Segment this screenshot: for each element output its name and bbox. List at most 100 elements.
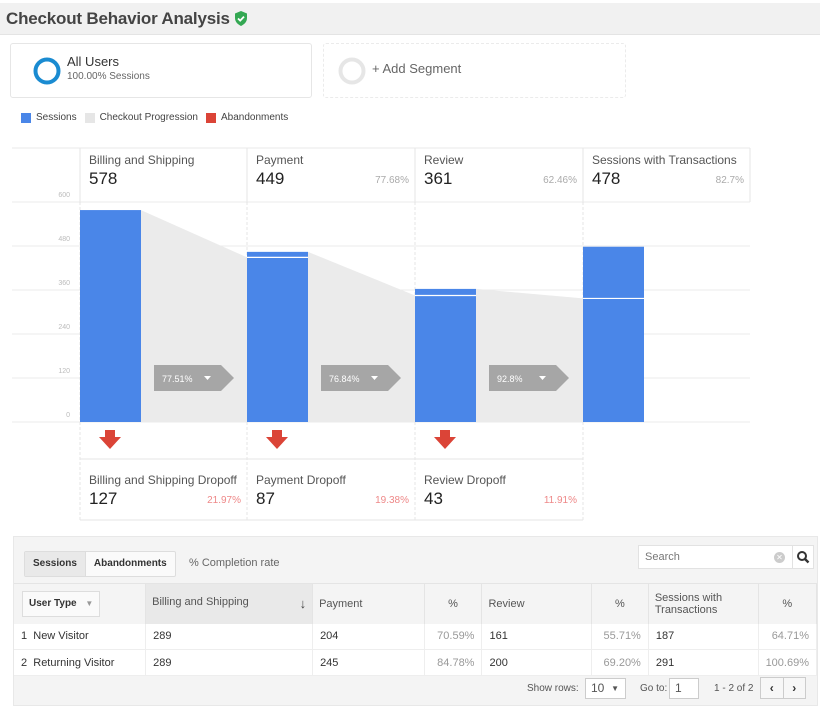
dimension-label: User Type — [29, 597, 77, 609]
search-placeholder: Search — [645, 551, 680, 563]
row-count: 1 - 2 of 2 — [714, 683, 754, 694]
completion-rate-label[interactable]: % Completion rate — [189, 557, 280, 569]
row-dimension[interactable]: 1 New Visitor — [14, 623, 147, 650]
dropoff-arrow-icon — [434, 430, 456, 449]
dropoff-value: 127 — [89, 489, 118, 508]
search-button[interactable] — [793, 545, 814, 569]
next-page-button[interactable]: › — [784, 678, 806, 698]
title-bar: Checkout Behavior Analysis — [0, 3, 820, 35]
pagination: Show rows: 10 ▼ Go to: 1 1 - 2 of 2 ‹ › — [14, 676, 817, 702]
row-index: 1 — [21, 630, 28, 643]
legend-swatch — [84, 112, 95, 123]
cell: 161 — [481, 623, 592, 650]
step-pct: 62.46% — [543, 175, 577, 186]
col-label: Sessions with Transactions — [654, 591, 723, 616]
legend-label: Sessions — [36, 112, 77, 123]
dropoff-label: Payment Dropoff — [256, 473, 346, 487]
data-table: User Type ▼ Billing and Shipping ↓ Paymen… — [14, 583, 818, 676]
step-value: 449 — [256, 169, 285, 188]
table-row: 1 New Visitor 289 204 70.59% 161 55.71% … — [14, 623, 818, 650]
segment-ring-icon — [33, 57, 61, 85]
col-review[interactable]: Review — [481, 583, 592, 624]
col-label: Review — [488, 597, 525, 610]
legend-swatch — [205, 112, 216, 123]
col-label: % — [614, 597, 625, 610]
dropoff-pct: 19.38% — [375, 495, 409, 506]
cell: 100.69% — [758, 649, 818, 676]
cell: 69.20% — [591, 649, 649, 676]
goto-input[interactable]: 1 — [669, 678, 699, 699]
y-tick-label: 240 — [58, 324, 70, 331]
segment-all-users[interactable]: All Users 100.00% Sessions — [10, 43, 312, 98]
legend-label: Checkout Progression — [99, 112, 198, 123]
pager-nav: ‹ › — [760, 677, 806, 699]
cell: 70.59% — [424, 623, 483, 650]
add-segment-button[interactable]: + Add Segment — [323, 43, 626, 98]
dropoff-arrow-icon — [99, 430, 121, 449]
legend-abandonments: Abandonments — [205, 112, 289, 123]
step-value: 361 — [424, 169, 453, 188]
step-label: Review — [424, 153, 464, 167]
dropoff-arrow-icon — [266, 430, 288, 449]
toggle-abandonments[interactable]: Abandonments — [86, 552, 175, 576]
y-tick-label: 120 — [58, 368, 70, 375]
dropoff-value: 87 — [256, 489, 275, 508]
dropoff-cell[interactable]: Billing and Shipping Dropoff 127 21.97% — [80, 460, 247, 520]
search-input[interactable]: Search ✕ — [638, 545, 793, 569]
step-pct: 82.7% — [715, 175, 744, 186]
show-rows-select[interactable]: 10 ▼ — [585, 678, 626, 699]
chevron-down-icon: ▼ — [611, 684, 619, 693]
add-segment-label: + Add Segment — [372, 61, 462, 76]
step-header: Payment 449 77.68% — [247, 148, 415, 200]
col-pct[interactable]: % — [591, 583, 649, 624]
page-title-text: Checkout Behavior Analysis — [6, 9, 230, 28]
step-label: Sessions with Transactions — [592, 153, 737, 167]
col-label: % — [782, 597, 793, 610]
dimension-header: User Type ▼ — [14, 583, 147, 624]
session-bar — [247, 251, 308, 422]
dropoff-cell[interactable]: Payment Dropoff 87 19.38% — [247, 460, 415, 520]
row-dimension[interactable]: 2 Returning Visitor — [14, 649, 147, 676]
step-label: Payment — [256, 153, 304, 167]
dropoff-label: Review Dropoff — [424, 473, 506, 487]
segment-name: All Users — [67, 54, 120, 69]
row-name: Returning Visitor — [33, 656, 115, 669]
dimension-select[interactable]: User Type ▼ — [22, 590, 100, 617]
prev-page-button[interactable]: ‹ — [761, 678, 784, 698]
clear-icon[interactable]: ✕ — [774, 552, 785, 563]
toggle-sessions[interactable]: Sessions — [25, 552, 86, 576]
col-billing[interactable]: Billing and Shipping ↓ — [145, 583, 314, 624]
y-tick-label: 360 — [58, 280, 70, 287]
dropoff-value: 43 — [424, 489, 443, 508]
cell: 291 — [648, 649, 759, 676]
col-payment[interactable]: Payment — [312, 583, 425, 624]
session-bar — [583, 246, 644, 422]
sort-arrow-icon: ↓ — [299, 596, 307, 612]
segment-subtitle: 100.00% Sessions — [67, 71, 150, 82]
table-header-row: User Type ▼ Billing and Shipping ↓ Paymen… — [14, 583, 818, 624]
dropoff-cell[interactable]: Review Dropoff 43 11.91% — [415, 460, 583, 520]
progression-area — [308, 251, 415, 422]
dropoff-pct: 11.91% — [543, 495, 577, 506]
chart-legend: Sessions Checkout Progression Abandonmen… — [21, 112, 296, 123]
legend-sessions: Sessions — [21, 112, 77, 123]
session-bar — [415, 288, 476, 422]
col-transactions[interactable]: Sessions with Transactions — [648, 583, 759, 624]
col-pct[interactable]: % — [758, 583, 818, 624]
search-icon — [797, 551, 810, 564]
legend-progression: Checkout Progression — [84, 112, 198, 123]
metric-toggle: Sessions Abandonments — [24, 551, 176, 577]
cell: 200 — [481, 649, 592, 676]
dropoff-pct: 21.97% — [207, 495, 241, 506]
cell: 289 — [145, 649, 314, 676]
shield-check-icon — [234, 11, 248, 31]
show-rows-value: 10 — [591, 681, 605, 695]
col-pct[interactable]: % — [424, 583, 483, 624]
legend-label: Abandonments — [220, 112, 289, 123]
session-bar — [80, 210, 141, 422]
empty-segment-ring-icon — [338, 57, 366, 85]
conversion-rate-label: 77.51% — [162, 374, 193, 384]
step-value: 578 — [89, 169, 118, 188]
table-row: 2 Returning Visitor 289 245 84.78% 200 6… — [14, 649, 818, 676]
y-tick-label: 600 — [58, 192, 70, 199]
